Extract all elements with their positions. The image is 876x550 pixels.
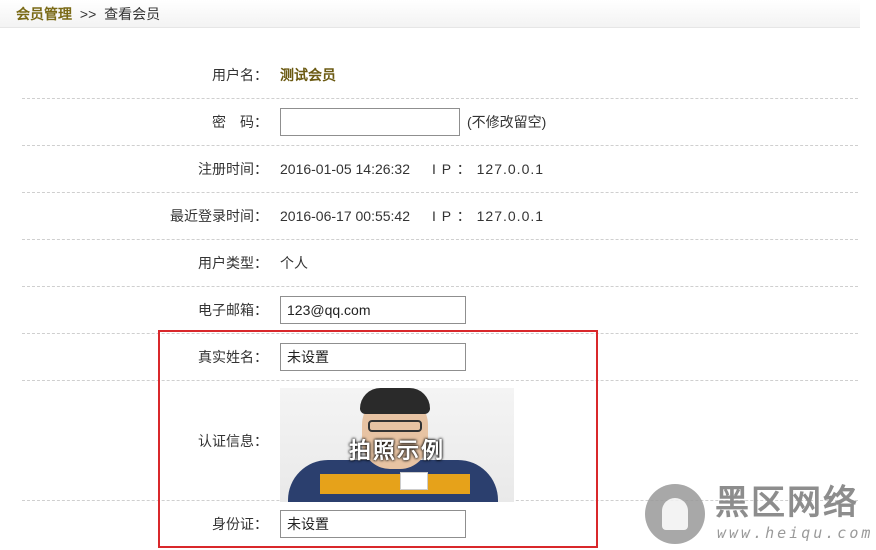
watermark-url: www.heiqu.com bbox=[717, 524, 874, 542]
highlight-box bbox=[158, 330, 598, 548]
register-time-row: 注册时间： 2016-01-05 14:26:32 I P ： 127.0.0.1 bbox=[22, 146, 858, 193]
breadcrumb: 会员管理 >> 查看会员 bbox=[0, 0, 860, 28]
breadcrumb-member-management-link[interactable]: 会员管理 bbox=[16, 6, 72, 22]
password-input[interactable] bbox=[280, 108, 460, 136]
user-type-row: 用户类型： 个人 bbox=[22, 240, 858, 287]
email-label: 电子邮箱： bbox=[198, 302, 268, 318]
username-value: 测试会员 bbox=[280, 67, 336, 83]
password-label: 密 码： bbox=[212, 114, 268, 130]
watermark-logo-icon bbox=[645, 484, 705, 544]
user-type-value: 个人 bbox=[280, 255, 308, 271]
email-input[interactable] bbox=[280, 296, 466, 324]
last-login-value: 2016-06-17 00:55:42 I P ： 127.0.0.1 bbox=[280, 193, 544, 240]
email-row: 电子邮箱： bbox=[22, 287, 858, 334]
last-login-ip: I P ： 127.0.0.1 bbox=[432, 208, 545, 224]
breadcrumb-separator: >> bbox=[79, 6, 97, 22]
user-type-label: 用户类型： bbox=[198, 255, 268, 271]
register-time-text: 2016-01-05 14:26:32 bbox=[280, 161, 410, 177]
username-label: 用户名： bbox=[212, 67, 268, 83]
password-hint: (不修改留空) bbox=[467, 114, 547, 130]
register-time-value: 2016-01-05 14:26:32 I P ： 127.0.0.1 bbox=[280, 146, 544, 193]
breadcrumb-current: 查看会员 bbox=[104, 6, 161, 22]
register-time-label: 注册时间： bbox=[198, 161, 268, 177]
last-login-row: 最近登录时间： 2016-06-17 00:55:42 I P ： 127.0.0… bbox=[22, 193, 858, 240]
password-row: 密 码： (不修改留空) bbox=[22, 99, 858, 146]
site-watermark: 黑区网络 www.heiqu.com bbox=[645, 484, 871, 546]
last-login-text: 2016-06-17 00:55:42 bbox=[280, 208, 410, 224]
username-row: 用户名： 测试会员 bbox=[22, 52, 858, 99]
last-login-label: 最近登录时间： bbox=[170, 208, 268, 224]
watermark-title: 黑区网络 bbox=[715, 483, 859, 523]
register-ip: I P ： 127.0.0.1 bbox=[432, 161, 545, 177]
